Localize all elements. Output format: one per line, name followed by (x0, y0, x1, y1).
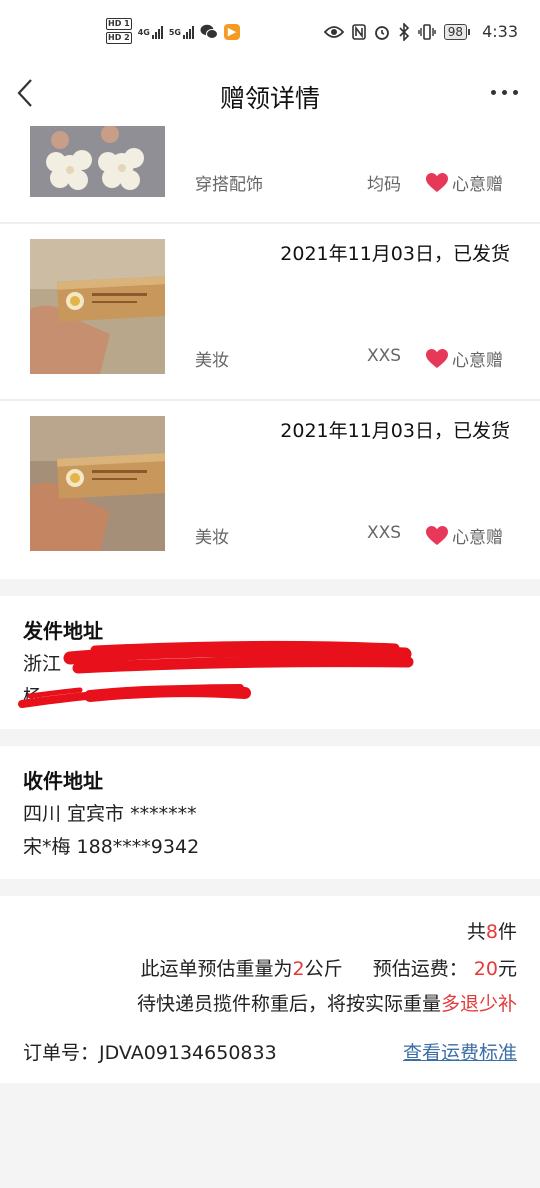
signal-icon (151, 25, 163, 39)
sim1-badge: HD 1 (106, 18, 132, 30)
item-total: 共8件 (467, 917, 517, 944)
gift-tag-label: 心意赠 (452, 175, 503, 195)
list-item[interactable]: 2021年11月03日，已发货 美妆 XXS 心意赠 (0, 224, 540, 399)
sim2-badge: HD 2 (106, 32, 132, 44)
receiver-address-line: 四川 宜宾市 ******* (23, 803, 197, 825)
top-nav-bar: 赠领详情 (0, 66, 540, 126)
item-size: XXS (367, 523, 402, 543)
item-date-status: 2021年11月03日，已发货 (280, 420, 510, 442)
alarm-icon (374, 25, 389, 40)
product-image (30, 126, 165, 197)
item-size: 均码 (367, 175, 401, 195)
receiver-contact-line: 宋*梅 188****9342 (23, 836, 200, 858)
gift-tag: 心意赠 (426, 346, 503, 371)
gift-tag-label: 心意赠 (452, 351, 503, 371)
weight-note-prefix: 待快递员揽件称重后，将按实际重量 (136, 993, 441, 1015)
network-type-2: 5G (168, 27, 181, 37)
status-left: HD 1 HD 2 4G 5G ▶ (106, 18, 240, 46)
vibrate-icon (418, 23, 436, 40)
redaction-scribble (18, 640, 414, 708)
network-type-1: 4G (137, 27, 150, 37)
item-size: XXS (367, 346, 402, 366)
app-notification-icon: ▶ (223, 24, 240, 40)
item-total-count: 8 (485, 921, 498, 943)
item-date-status: 2021年11月03日，已发货 (280, 243, 510, 265)
status-bar: HD 1 HD 2 4G 5G ▶ 98 4:33 (0, 0, 540, 66)
weight-value: 2 (292, 958, 305, 980)
nfc-icon (351, 23, 366, 40)
weight-fee-line: 此运单预估重量为2公斤 预估运费： 20元 (141, 954, 517, 981)
heart-icon (426, 348, 448, 368)
battery-indicator: 98 (443, 23, 471, 40)
gift-tag: 心意赠 (426, 170, 503, 195)
item-category: 美妆 (195, 351, 229, 371)
gift-item-list: 穿搭配饰 均码 心意赠 2021年11月03日，已发货 美妆 XXS 心意赠 2… (0, 126, 540, 579)
order-number: JDVA09134650833 (99, 1042, 277, 1064)
eye-icon (323, 25, 344, 38)
weight-note-line: 待快递员揽件称重后，将按实际重量多退少补 (137, 989, 517, 1016)
item-total-prefix: 共 (466, 921, 486, 943)
order-number-label: 订单号： (23, 1042, 100, 1064)
more-dots-icon[interactable] (491, 90, 518, 95)
product-image (30, 239, 165, 374)
weight-unit: 公斤 (304, 958, 343, 980)
wechat-icon (200, 24, 218, 39)
clock: 4:33 (482, 22, 518, 41)
shipping-summary-card: 共8件 此运单预估重量为2公斤 预估运费： 20元 待快递员揽件称重后，将按实际… (0, 896, 540, 1083)
fee-value: 20 (473, 958, 498, 980)
signal-icon-2 (182, 25, 194, 39)
fee-unit: 元 (497, 958, 517, 980)
gift-tag-label: 心意赠 (452, 528, 503, 548)
item-total-suffix: 件 (497, 921, 517, 943)
item-category: 穿搭配饰 (195, 175, 263, 195)
list-item[interactable]: 2021年11月03日，已发货 美妆 XXS 心意赠 (0, 401, 540, 579)
list-item[interactable]: 穿搭配饰 均码 心意赠 (0, 126, 540, 222)
page-title: 赠领详情 (219, 84, 320, 113)
item-category: 美妆 (195, 528, 229, 548)
sim-indicators: HD 1 HD 2 (106, 18, 132, 46)
battery-level: 98 (443, 23, 468, 40)
heart-icon (426, 172, 448, 192)
order-number-line: 订单号：JDVA09134650833 (23, 1038, 277, 1065)
receiver-address-card: 收件地址 四川 宜宾市 ******* 宋*梅 188****9342 (0, 746, 540, 879)
weight-prefix: 此运单预估重量为 (140, 958, 293, 980)
gift-tag: 心意赠 (426, 523, 503, 548)
sender-address-card: 发件地址 浙江 杨 (0, 596, 540, 729)
fee-standard-link[interactable]: 查看运费标准 (403, 1038, 517, 1065)
receiver-address-title: 收件地址 (23, 769, 103, 793)
bluetooth-icon (399, 22, 409, 41)
product-image (30, 416, 165, 551)
status-right: 98 4:33 (323, 22, 518, 41)
fee-label: 预估运费： (372, 958, 468, 980)
weight-note-highlight: 多退少补 (440, 993, 517, 1015)
heart-icon (426, 525, 448, 545)
